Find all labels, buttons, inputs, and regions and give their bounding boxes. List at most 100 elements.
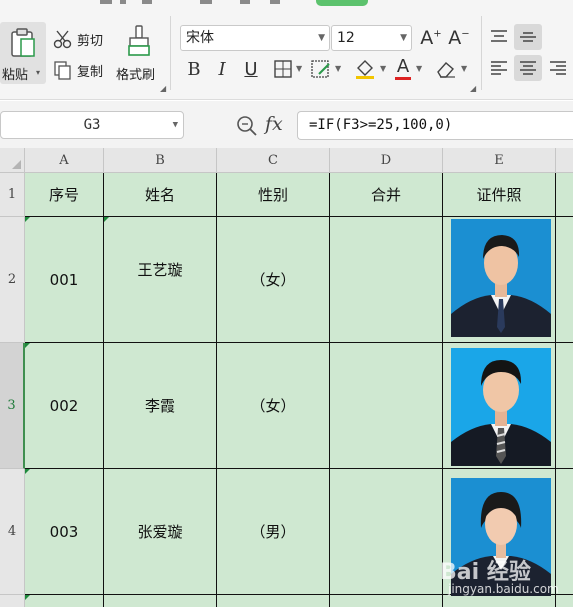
formula-input[interactable]: =IF(F3>=25,100,0) <box>297 111 573 140</box>
table-cell-name[interactable]: 李霞 <box>104 343 217 469</box>
table-cell-name[interactable]: 张爱璇 <box>104 469 217 595</box>
align-center-button[interactable] <box>514 55 542 81</box>
table-cell-gender[interactable]: （女） <box>217 343 330 469</box>
table-cell-id[interactable]: 002 <box>25 343 104 469</box>
border-dropdown-icon[interactable]: ▼ <box>296 64 302 73</box>
row-header-3[interactable]: 3 <box>0 343 25 469</box>
fill-color-button[interactable] <box>352 56 378 82</box>
select-all-corner[interactable] <box>0 148 25 173</box>
table-header-cell[interactable]: 合并 <box>330 173 443 217</box>
table-header-cell[interactable]: 序号 <box>25 173 104 217</box>
column-header-c[interactable]: C <box>217 148 330 173</box>
active-tab-indicator[interactable] <box>316 0 368 6</box>
font-color-icon: A <box>396 56 410 77</box>
shrink-font-button[interactable]: A− <box>446 24 472 52</box>
align-right-button[interactable] <box>545 55 571 81</box>
cell-style-dropdown-icon[interactable]: ▼ <box>335 64 341 73</box>
row-header-2[interactable]: 2 <box>0 217 25 343</box>
align-left-button[interactable] <box>486 55 512 81</box>
font-group-expander[interactable]: ◢ <box>470 84 476 93</box>
table-cell-gender[interactable]: （男） <box>217 469 330 595</box>
align-center-icon <box>520 61 536 75</box>
table-cell[interactable] <box>556 173 573 217</box>
row-header-1[interactable]: 1 <box>0 173 25 217</box>
underline-button[interactable]: U <box>240 56 262 82</box>
table-cell-name[interactable]: 王艺璇 <box>104 217 217 343</box>
table-header-cell[interactable]: 证件照 <box>443 173 556 217</box>
table-cell[interactable] <box>217 595 330 607</box>
column-header-d[interactable]: D <box>330 148 443 173</box>
cell-text: 003 <box>49 522 79 541</box>
italic-button[interactable]: I <box>211 56 233 82</box>
clear-format-button[interactable] <box>434 57 458 81</box>
cut-label: 剪切 <box>77 33 104 49</box>
table-cell-merge[interactable] <box>330 469 443 595</box>
copy-icon <box>54 61 71 80</box>
paint-bucket-icon <box>356 60 374 79</box>
align-middle-button[interactable] <box>514 24 542 50</box>
bold-button[interactable]: B <box>183 56 205 82</box>
zoom-icon[interactable] <box>235 114 259 138</box>
table-cell-id[interactable]: 001 <box>25 217 104 343</box>
align-left-icon <box>491 61 507 75</box>
copy-button[interactable]: 复制 <box>52 59 103 81</box>
border-button[interactable] <box>272 57 294 81</box>
align-right-icon <box>550 61 566 75</box>
column-header-e[interactable]: E <box>443 148 556 173</box>
font-color-swatch <box>395 77 411 80</box>
insert-function-icon[interactable]: fx <box>265 113 283 135</box>
eraser-icon <box>437 62 455 78</box>
table-cell[interactable] <box>330 595 443 607</box>
cell-text: 张爱璇 <box>137 523 183 541</box>
paste-button[interactable]: 粘贴 ▾ <box>0 22 46 84</box>
cut-button[interactable]: 剪切 <box>52 28 103 50</box>
row-header-5[interactable] <box>0 595 25 607</box>
table-cell[interactable] <box>556 343 573 469</box>
font-color-button[interactable]: A <box>392 55 414 83</box>
align-top-button[interactable] <box>486 24 512 50</box>
column-header-f[interactable] <box>556 148 573 173</box>
table-cell-id[interactable]: 003 <box>25 469 104 595</box>
row-header-4[interactable]: 4 <box>0 469 25 595</box>
id-photo-image[interactable] <box>451 348 551 466</box>
grow-font-button[interactable]: A+ <box>418 24 444 52</box>
table-cell[interactable] <box>104 595 217 607</box>
align-top-icon <box>491 30 507 42</box>
font-name-select[interactable]: 宋体 ▼ <box>180 25 330 51</box>
column-header-a[interactable]: A <box>25 148 104 173</box>
underline-icon: U <box>244 58 258 80</box>
paintbrush-icon <box>128 25 150 56</box>
format-painter-button[interactable]: 格式刷 <box>114 24 164 86</box>
clear-format-dropdown-icon[interactable]: ▼ <box>461 64 467 73</box>
table-cell-merge[interactable] <box>330 343 443 469</box>
table-header-cell[interactable]: 姓名 <box>104 173 217 217</box>
clipboard-group-expander[interactable]: ◢ <box>160 84 166 93</box>
name-box-value: G3 <box>83 117 101 133</box>
font-color-dropdown-icon[interactable]: ▼ <box>416 64 422 73</box>
ribbon-top-strip <box>0 0 573 9</box>
font-size-value: 12 <box>337 30 355 46</box>
column-header-b[interactable]: B <box>104 148 217 173</box>
table-cell-merge[interactable] <box>330 217 443 343</box>
scissors-icon <box>53 30 72 49</box>
paste-dropdown-icon[interactable]: ▾ <box>36 68 40 77</box>
ribbon-separator <box>170 16 171 90</box>
clipboard-icon <box>11 28 35 57</box>
name-box[interactable]: G3 ▼ <box>0 111 184 139</box>
id-photo-image[interactable] <box>451 219 551 337</box>
chevron-down-icon: ▼ <box>318 33 325 43</box>
table-cell[interactable] <box>25 595 104 607</box>
cell-text: （女） <box>250 271 296 289</box>
table-header-cell[interactable]: 性别 <box>217 173 330 217</box>
watermark-subtext: jingyan.baidu.com <box>448 582 559 596</box>
formula-bar: G3 ▼ fx =IF(F3>=25,100,0) <box>0 101 573 148</box>
fill-color-dropdown-icon[interactable]: ▼ <box>380 64 386 73</box>
cell-style-icon <box>311 60 330 78</box>
cell-text: 李霞 <box>144 397 175 415</box>
format-painter-label: 格式刷 <box>116 68 156 83</box>
table-cell[interactable] <box>556 217 573 343</box>
table-cell-gender[interactable]: （女） <box>217 217 330 343</box>
font-size-select[interactable]: 12 ▼ <box>331 25 412 51</box>
cell-style-button[interactable] <box>310 57 332 81</box>
cell-text: 001 <box>49 270 79 289</box>
